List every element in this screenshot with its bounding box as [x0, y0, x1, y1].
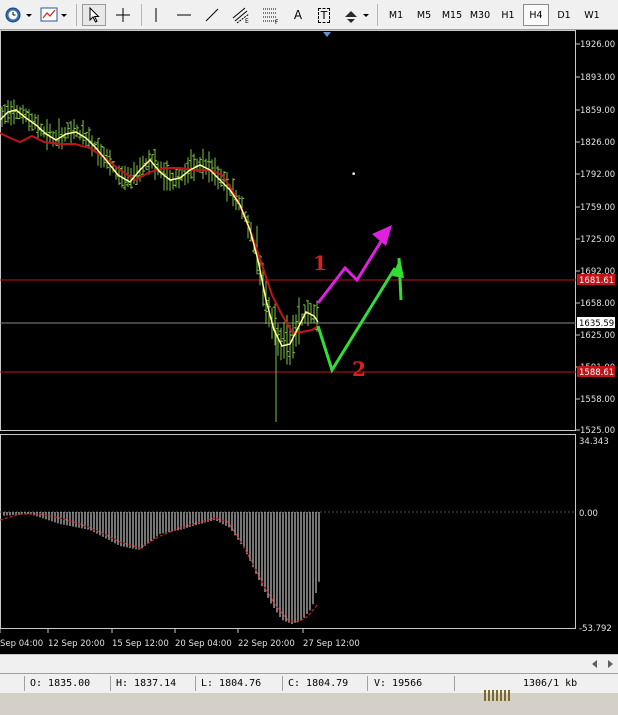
status-bar: O: 1835.00 H: 1837.14 L: 1804.76 C: 1804…: [0, 673, 618, 701]
time-label: 20 Sep 04:00: [175, 639, 232, 649]
indicator-histogram: [3, 512, 320, 624]
price-label: 1558.00: [580, 395, 615, 405]
indicator-axis-bottom: -53.792: [579, 624, 612, 634]
clock-dropdown-icon[interactable]: [3, 4, 33, 26]
price-label: 1826.00: [580, 138, 615, 148]
price-label: 1725.00: [580, 235, 615, 245]
timeframe-h1-button[interactable]: H1: [495, 4, 521, 26]
status-open: O: 1835.00: [30, 678, 91, 689]
scroll-left-icon[interactable]: [592, 660, 597, 668]
scenario-2-label: 2: [352, 357, 366, 381]
price-label: 1859.00: [580, 106, 615, 116]
chart-window[interactable]: 1 2 • 1926.00 1893.00 1859.00 1826.00 1792.0…: [0, 30, 618, 654]
equidistant-channel-tool-icon[interactable]: E: [228, 4, 254, 26]
scenario-1-label: 1: [313, 251, 327, 275]
timeframe-m1-button[interactable]: M1: [383, 4, 409, 26]
indicator-frame: [0, 434, 576, 629]
status-traffic: 1306/1 kb: [523, 678, 578, 689]
status-volume: V: 19566: [374, 678, 423, 689]
status-high: H: 1837.14: [116, 678, 177, 689]
status-close: C: 1804.79: [288, 678, 349, 689]
upper-level-price: 1681.61: [579, 276, 614, 286]
chart-scroll-row: [0, 654, 618, 673]
indicator-axis-top: 34.343: [579, 437, 609, 447]
chart-shift-icon[interactable]: [323, 32, 331, 37]
price-label: 1926.00: [580, 40, 615, 50]
connection-bars-icon: [460, 677, 512, 715]
text-tool-icon[interactable]: A: [288, 4, 308, 26]
price-label: 1625.00: [580, 331, 615, 341]
time-label: 27 Sep 12:00: [303, 639, 360, 649]
price-bars: [0, 99, 319, 422]
price-label: 1893.00: [580, 73, 615, 83]
svg-text:F: F: [275, 19, 279, 24]
timeframe-d1-button[interactable]: D1: [551, 4, 577, 26]
timeframe-h4-button[interactable]: H4: [523, 4, 549, 26]
price-label: 1658.00: [580, 299, 615, 309]
timeframe-m5-button[interactable]: M5: [411, 4, 437, 26]
cursor-dot: •: [351, 170, 356, 180]
time-label: 12 Sep 20:00: [48, 639, 105, 649]
current-price: 1635.59: [579, 319, 614, 329]
cursor-tool-icon[interactable]: [82, 4, 106, 26]
arrows-dropdown-icon[interactable]: [341, 4, 371, 26]
time-axis: Sep 04:00 12 Sep 20:00 15 Sep 12:00 20 Sep …: [0, 629, 360, 649]
chart-template-icon[interactable]: [39, 4, 69, 26]
timeframe-m30-button[interactable]: M30: [467, 4, 493, 26]
fast-moving-average: [0, 109, 319, 347]
text-label-tool-icon[interactable]: T: [313, 4, 335, 26]
price-label: 1792.00: [580, 170, 615, 180]
horizontal-line-tool-icon[interactable]: [172, 4, 196, 26]
time-label: 22 Sep 20:00: [238, 639, 295, 649]
scroll-right-icon[interactable]: [608, 660, 613, 668]
timeframe-m15-button[interactable]: M15: [439, 4, 465, 26]
trendline-tool-icon[interactable]: [200, 4, 224, 26]
slow-moving-average: [0, 132, 319, 333]
svg-text:E: E: [245, 18, 249, 24]
timeframe-w1-button[interactable]: W1: [579, 4, 605, 26]
time-label: 15 Sep 12:00: [112, 639, 169, 649]
vertical-line-tool-icon[interactable]: [145, 4, 167, 26]
price-label: 1525.00: [580, 426, 615, 436]
text-label-glyph: T: [317, 7, 331, 23]
fibonacci-tool-icon[interactable]: F: [258, 4, 284, 26]
time-label: Sep 04:00: [0, 639, 43, 649]
chart-toolbar: E F A T M1 M5 M15 M30 H1 H4 D1 W1: [0, 0, 618, 30]
indicator-axis-zero: 0.00: [579, 509, 598, 519]
status-low: L: 1804.76: [201, 678, 262, 689]
lower-level-price: 1588.61: [579, 368, 614, 378]
indicator-signal-line: [0, 513, 319, 623]
price-label: 1759.00: [580, 203, 615, 213]
main-chart-frame: [0, 30, 576, 431]
crosshair-tool-icon[interactable]: [111, 4, 135, 26]
